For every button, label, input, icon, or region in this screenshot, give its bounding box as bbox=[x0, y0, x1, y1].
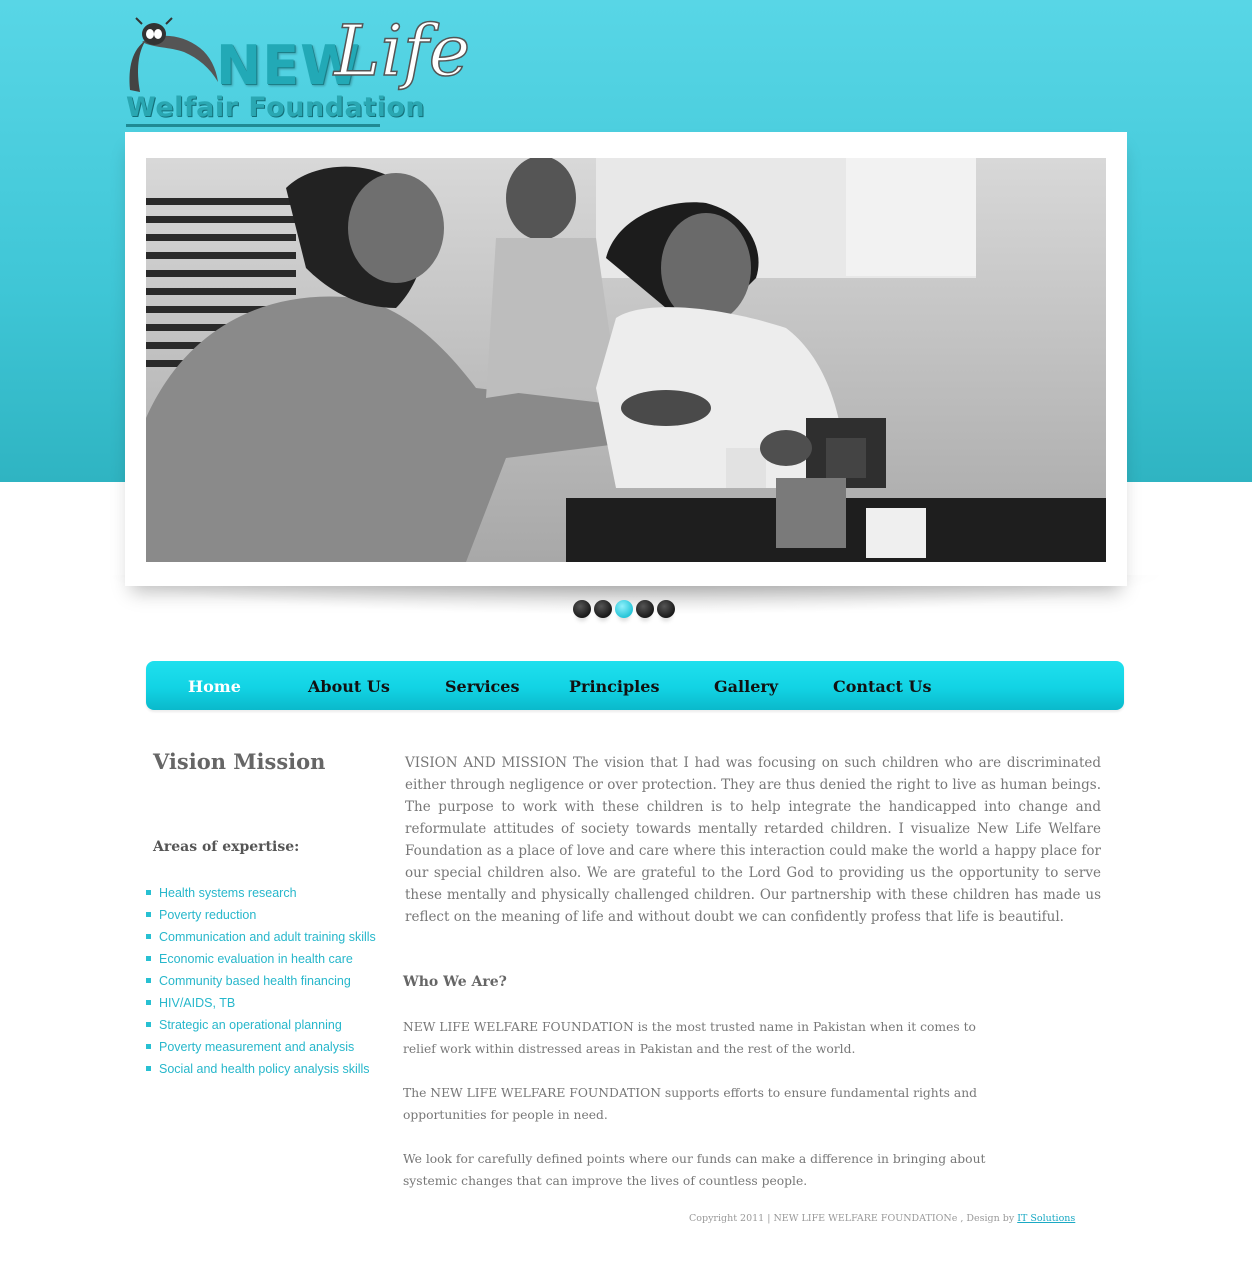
area-item[interactable]: Community based health financing bbox=[146, 971, 376, 993]
nav-about-us[interactable]: About Us bbox=[308, 677, 390, 696]
area-item[interactable]: Communication and adult training skills bbox=[146, 927, 376, 949]
slider-dot-5[interactable] bbox=[657, 600, 675, 618]
vision-mission-text: VISION AND MISSION The vision that I had… bbox=[405, 755, 1101, 925]
area-item[interactable]: Economic evaluation in health care bbox=[146, 949, 376, 971]
logo-underline bbox=[126, 124, 380, 127]
logo-figure-icon bbox=[129, 17, 218, 92]
who-paragraph-3: We look for carefully defined points whe… bbox=[403, 1152, 986, 1188]
designer-link[interactable]: IT Solutions bbox=[1017, 1213, 1075, 1224]
slider-pagination bbox=[573, 600, 675, 618]
who-paragraph-1: NEW LIFE WELFARE FOUNDATION is the most … bbox=[403, 1020, 976, 1056]
areas-list: Health systems research Poverty reductio… bbox=[146, 883, 376, 1081]
area-item[interactable]: Health systems research bbox=[146, 883, 376, 905]
logo-text-foundation: Welfair Foundation bbox=[126, 92, 426, 123]
area-item[interactable]: HIV/AIDS, TB bbox=[146, 993, 376, 1015]
slider-dot-4[interactable] bbox=[636, 600, 654, 618]
nav-services[interactable]: Services bbox=[445, 677, 519, 696]
site-logo[interactable]: NEW Life Welfair Foundation bbox=[124, 9, 471, 130]
area-item[interactable]: Poverty reduction bbox=[146, 905, 376, 927]
footer: Copyright 2011 | NEW LIFE WELFARE FOUNDA… bbox=[689, 1213, 1075, 1224]
area-item[interactable]: Poverty measurement and analysis bbox=[146, 1037, 376, 1059]
who-we-are-heading: Who We Are? bbox=[403, 974, 507, 990]
who-paragraph-2: The NEW LIFE WELFARE FOUNDATION supports… bbox=[403, 1086, 977, 1122]
areas-heading: Areas of expertise: bbox=[153, 839, 300, 855]
slider-dot-1[interactable] bbox=[573, 600, 591, 618]
nav-gallery[interactable]: Gallery bbox=[714, 677, 778, 696]
area-item[interactable]: Strategic an operational planning bbox=[146, 1015, 376, 1037]
sidebar-title: Vision Mission bbox=[153, 749, 326, 774]
slider-frame bbox=[125, 132, 1127, 586]
slider-photo-illustration bbox=[146, 158, 1106, 562]
slider-dot-2[interactable] bbox=[594, 600, 612, 618]
slider-image[interactable] bbox=[146, 158, 1106, 562]
slider-dot-3[interactable] bbox=[615, 600, 633, 618]
copyright-text: Copyright 2011 | NEW LIFE WELFARE FOUNDA… bbox=[689, 1213, 1015, 1224]
logo-text-life: Life bbox=[333, 9, 471, 93]
nav-contact-us[interactable]: Contact Us bbox=[833, 677, 931, 696]
nav-principles[interactable]: Principles bbox=[569, 677, 659, 696]
nav-home[interactable]: Home bbox=[188, 677, 241, 696]
main-nav: Home About Us Services Principles Galler… bbox=[146, 661, 1124, 710]
area-item[interactable]: Social and health policy analysis skills bbox=[146, 1059, 376, 1081]
